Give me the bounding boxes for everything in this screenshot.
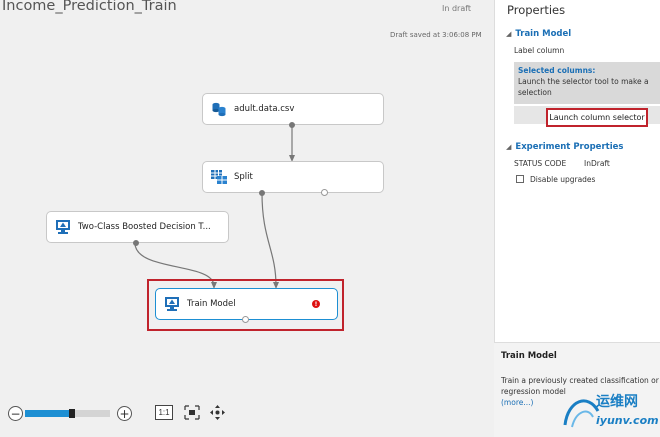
split-grid-icon [210, 168, 228, 186]
selected-columns-text-2: selection [518, 88, 552, 97]
section-label: Experiment Properties [515, 142, 624, 152]
output-port[interactable] [133, 240, 139, 246]
experiment-canvas[interactable]: Income_Prediction_Train In draft Draft s… [0, 0, 494, 437]
section-label: Train Model [515, 29, 572, 39]
model-monitor-icon [54, 218, 72, 236]
launch-column-selector-button[interactable]: Launch column selector [546, 108, 648, 127]
module-split[interactable]: Split [202, 161, 384, 196]
actual-size-button[interactable]: 1:1 [155, 405, 173, 420]
module-train-model[interactable]: Train Model ! [155, 288, 338, 323]
disable-upgrades-checkbox[interactable] [516, 175, 524, 183]
model-monitor-icon [163, 295, 181, 313]
fit-to-screen-icon[interactable] [184, 405, 200, 423]
dataset-icon [210, 100, 228, 118]
selected-columns-text-1: Launch the selector tool to make a [518, 77, 649, 86]
status-code-value: InDraft [584, 159, 610, 168]
output-port[interactable] [242, 316, 249, 323]
module-label: Two-Class Boosted Decision T... [78, 222, 211, 232]
module-label: Train Model [187, 299, 236, 309]
module-label: adult.data.csv [234, 104, 295, 114]
panel-title: Properties [507, 3, 566, 17]
error-icon[interactable]: ! [312, 300, 320, 308]
section-train-model[interactable]: ◢ Train Model [506, 29, 571, 39]
module-label: Split [234, 172, 253, 182]
pan-icon[interactable] [209, 404, 226, 424]
module-adult-data[interactable]: adult.data.csv [202, 93, 384, 128]
label-column-label: Label column [514, 46, 565, 55]
watermark-url: iyunv.com [596, 414, 659, 427]
output-port-right[interactable] [321, 189, 328, 196]
zoom-slider-thumb[interactable] [68, 409, 75, 418]
output-port-left[interactable] [259, 190, 265, 196]
collapse-caret-icon: ◢ [506, 143, 512, 151]
zoom-out-button[interactable]: − [8, 406, 23, 421]
connection-split-train [261, 192, 277, 287]
watermark-text: 运维网 [596, 394, 638, 410]
zoom-slider-fill [25, 410, 72, 417]
module-two-class-boosted[interactable]: Two-Class Boosted Decision T... [46, 211, 229, 246]
section-experiment-properties[interactable]: ◢ Experiment Properties [506, 142, 623, 152]
selected-columns-box: Selected columns: Launch the selector to… [514, 62, 660, 104]
help-title: Train Model [501, 351, 557, 361]
collapse-caret-icon: ◢ [506, 30, 512, 38]
selected-columns-title: Selected columns: [518, 66, 596, 75]
zoom-in-button[interactable]: + [117, 406, 132, 421]
output-port[interactable] [289, 122, 295, 128]
disable-upgrades-label: Disable upgrades [530, 175, 596, 184]
zoom-slider[interactable] [25, 409, 110, 418]
status-code-label: STATUS CODE [514, 159, 567, 168]
